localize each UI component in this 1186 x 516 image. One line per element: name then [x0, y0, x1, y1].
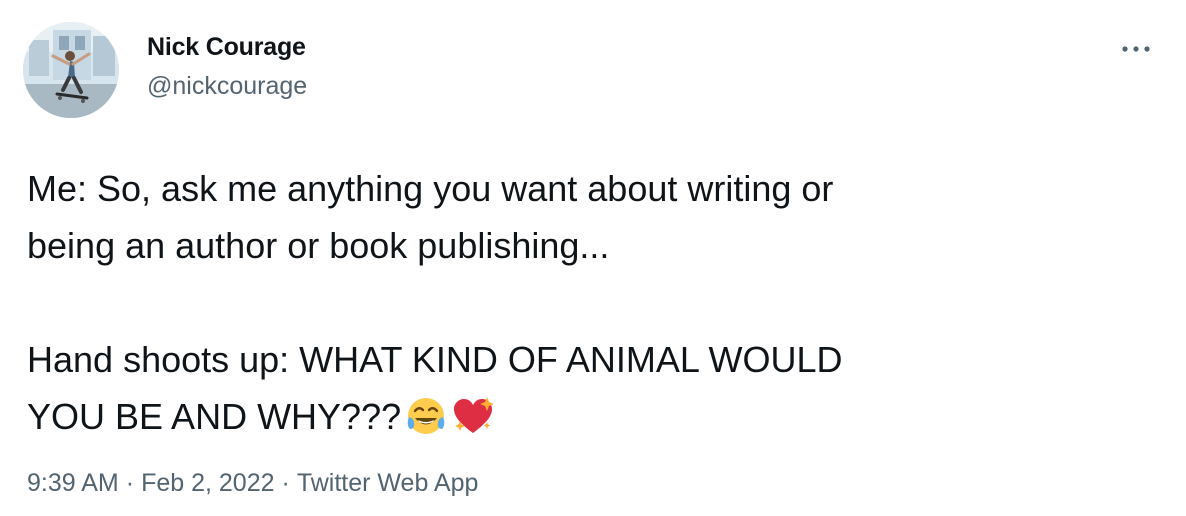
separator: · [281, 469, 290, 497]
tweet-source-link[interactable]: Twitter Web App [297, 469, 479, 497]
tweet-text-line: Hand shoots up: WHAT KIND OF ANIMAL WOUL… [27, 339, 843, 380]
tweet-date-link[interactable]: Feb 2, 2022 [141, 469, 274, 497]
tweet-time-link[interactable]: 9:39 AM [27, 469, 119, 497]
sparkling-heart-icon [451, 395, 495, 453]
tweet-text: Me: So, ask me anything you want about w… [27, 160, 1147, 445]
tweet-text-line-with-emoji: YOU BE AND WHY??? [27, 388, 1147, 445]
avatar[interactable] [23, 22, 119, 118]
tweet-metadata: 9:39 AM · Feb 2, 2022 · Twitter Web App [27, 465, 478, 501]
tweet-text-line: YOU BE AND WHY??? [27, 396, 402, 437]
user-handle[interactable]: @nickcourage [147, 71, 307, 101]
display-name[interactable]: Nick Courage [147, 32, 307, 62]
tweet-card: Nick Courage @nickcourage Me: So, ask me… [0, 0, 1186, 516]
separator: · [125, 469, 135, 497]
face-with-tears-of-joy-icon [405, 395, 447, 453]
more-horizontal-icon [1122, 46, 1150, 52]
tweet-text-line: Me: So, ask me anything you want about w… [27, 168, 834, 209]
avatar-skateboarder-image [23, 22, 119, 118]
more-button[interactable] [1116, 35, 1156, 63]
user-info: Nick Courage @nickcourage [147, 32, 307, 101]
tweet-text-line: being an author or book publishing... [27, 225, 610, 266]
